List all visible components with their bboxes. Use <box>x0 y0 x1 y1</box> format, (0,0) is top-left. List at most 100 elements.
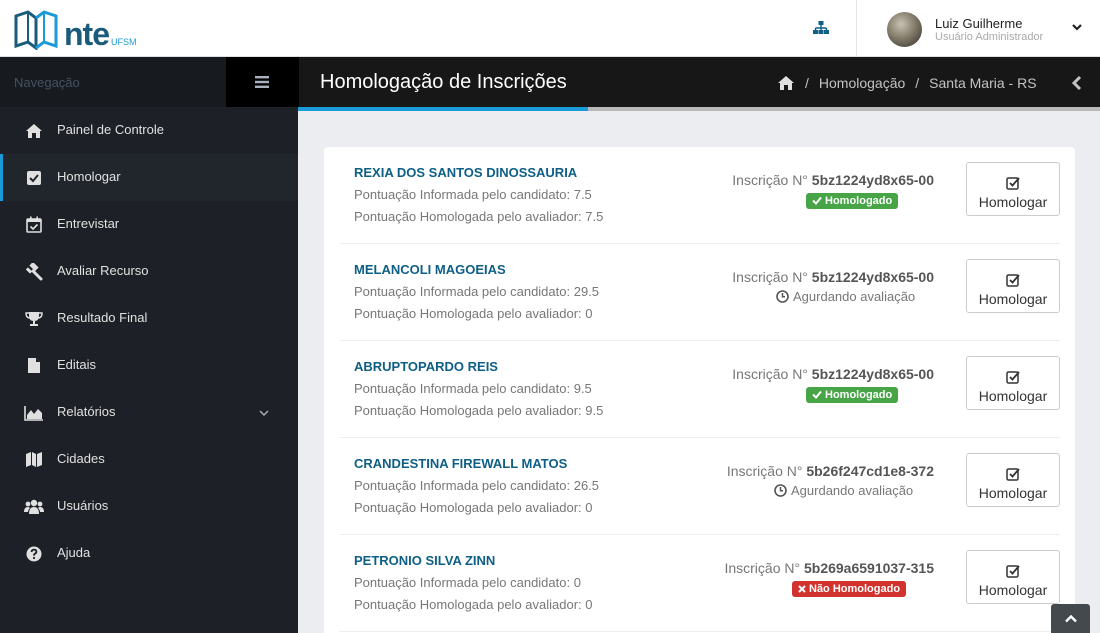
bars-icon <box>255 76 269 88</box>
registration-number: Inscrição N° 5b26f247cd1e8-372 <box>726 463 934 479</box>
sidebar-item-ajuda[interactable]: Ajuda <box>0 530 298 577</box>
candidate-row: CRANDESTINA FIREWALL MATOS Pontuação Inf… <box>339 438 1060 535</box>
times-icon <box>798 585 806 593</box>
sidebar-title: Navegação <box>14 75 80 90</box>
candidate-name[interactable]: REXIA DOS SANTOS DINOSSAURIA <box>354 165 577 180</box>
sidebar-item-cidades[interactable]: Cidades <box>0 436 298 483</box>
candidate-name[interactable]: ABRUPTOPARDO REIS <box>354 359 498 374</box>
homologar-button[interactable]: Homologar <box>966 453 1060 507</box>
homologar-button[interactable]: Homologar <box>966 550 1060 604</box>
sidebar-item-editais[interactable]: Editais <box>0 342 298 389</box>
informed-score: Pontuação Informada pelo candidato: 0 <box>354 575 581 590</box>
users-icon <box>24 497 44 517</box>
candidate-name[interactable]: PETRONIO SILVA ZINN <box>354 553 495 568</box>
gavel-icon <box>24 262 44 282</box>
clock-icon <box>776 290 789 303</box>
sidebar-item-relatorios[interactable]: Relatórios <box>0 389 298 436</box>
home-icon[interactable] <box>777 75 795 91</box>
top-bar: nte UFSM Luiz Guilherme Usuário Administ… <box>0 0 1100 57</box>
chevron-up-icon <box>1064 614 1077 623</box>
user-role: Usuário Administrador <box>935 31 1044 43</box>
candidate-row: ABRUPTOPARDO REIS Pontuação Informada pe… <box>339 341 1060 438</box>
registration-number: Inscrição N° 5b269a6591037-315 <box>724 560 934 576</box>
edit-check-icon <box>1006 564 1020 578</box>
candidate-row: PETRONIO SILVA ZINN Pontuação Informada … <box>339 535 1060 632</box>
informed-score: Pontuação Informada pelo candidato: 26.5 <box>354 478 600 493</box>
edit-check-icon <box>1006 176 1020 190</box>
sidebar-item-label: Ajuda <box>57 545 91 560</box>
registration-number: Inscrição N° 5bz1224yd8x65-00 <box>732 269 934 285</box>
sidebar-item-label: Entrevistar <box>57 216 120 231</box>
check-square-icon <box>24 168 44 188</box>
calendar-check-icon <box>24 215 44 235</box>
homologar-button[interactable]: Homologar <box>966 162 1060 216</box>
scroll-to-top-button[interactable] <box>1051 604 1090 633</box>
sidebar-item-avaliar-recurso[interactable]: Avaliar Recurso <box>0 248 298 295</box>
informed-score: Pontuação Informada pelo candidato: 29.5 <box>354 284 600 299</box>
homologated-score: Pontuação Homologada pelo avaliador: 7.5 <box>354 209 604 224</box>
registration-code: 5b269a6591037-315 <box>803 560 934 576</box>
page-header-divider <box>588 107 1100 111</box>
user-name[interactable]: Luiz Guilherme <box>935 16 1022 31</box>
registration-code: 5bz1224yd8x65-00 <box>811 172 934 188</box>
candidate-name[interactable]: MELANCOLI MAGOEIAS <box>354 262 506 277</box>
area-chart-icon <box>24 403 44 423</box>
chevron-left-icon[interactable] <box>1071 75 1083 91</box>
status-badge: Homologado <box>806 192 899 210</box>
sidebar-item-label: Relatórios <box>57 404 116 419</box>
page-title: Homologação de Inscrições <box>320 71 567 93</box>
status-badge: Homologado <box>806 386 899 404</box>
clock-icon <box>774 484 787 497</box>
breadcrumb-item-location: Santa Maria - RS <box>929 75 1037 91</box>
candidate-row: MELANCOLI MAGOEIAS Pontuação Informada p… <box>339 244 1060 341</box>
sidebar-item-homologar[interactable]: Homologar <box>0 154 298 201</box>
sidebar-item-label: Resultado Final <box>57 310 148 325</box>
homologated-score: Pontuação Homologada pelo avaliador: 0 <box>354 500 593 515</box>
sidebar-item-label: Avaliar Recurso <box>57 263 149 278</box>
status-badge: Não Homologado <box>792 580 907 598</box>
sidebar-item-label: Painel de Controle <box>57 122 164 137</box>
sidebar-item-label: Editais <box>57 357 97 372</box>
home-icon <box>24 121 44 141</box>
chevron-down-icon[interactable] <box>1071 21 1083 33</box>
map-icon <box>24 450 44 470</box>
homologated-score: Pontuação Homologada pelo avaliador: 9.5 <box>354 403 604 418</box>
sidebar-header: Navegação <box>0 57 298 107</box>
sidebar-item-resultado-final[interactable]: Resultado Final <box>0 295 298 342</box>
trophy-icon <box>24 309 44 329</box>
informed-score: Pontuação Informada pelo candidato: 9.5 <box>354 381 592 396</box>
sidebar-item-painel-de-controle[interactable]: Painel de Controle <box>0 107 298 154</box>
candidate-row: REXIA DOS SANTOS DINOSSAURIA Pontuação I… <box>339 147 1060 244</box>
file-icon <box>24 356 44 376</box>
nte-logo[interactable]: nte UFSM <box>14 10 137 50</box>
edit-check-icon <box>1006 370 1020 384</box>
candidates-panel: REXIA DOS SANTOS DINOSSAURIA Pontuação I… <box>324 147 1075 633</box>
page-header-accent <box>298 107 588 111</box>
homologated-score: Pontuação Homologada pelo avaliador: 0 <box>354 306 593 321</box>
informed-score: Pontuação Informada pelo candidato: 7.5 <box>354 187 592 202</box>
homologar-button[interactable]: Homologar <box>966 259 1060 313</box>
breadcrumb-item-homologacao[interactable]: Homologação <box>819 75 905 91</box>
sidebar-item-label: Usuários <box>57 498 109 513</box>
sidebar-item-entrevistar[interactable]: Entrevistar <box>0 201 298 248</box>
status-waiting: Agurdando avaliação <box>776 289 915 308</box>
avatar[interactable] <box>887 12 922 47</box>
registration-number: Inscrição N° 5bz1224yd8x65-00 <box>732 366 934 382</box>
candidate-name[interactable]: CRANDESTINA FIREWALL MATOS <box>354 456 567 471</box>
logo-subtext: UFSM <box>111 37 137 47</box>
sidebar-item-label: Homologar <box>57 169 121 184</box>
registration-code: 5bz1224yd8x65-00 <box>811 366 934 382</box>
sidebar-item-usuarios[interactable]: Usuários <box>0 483 298 530</box>
chevron-down-icon <box>259 410 269 416</box>
sidebar-item-label: Cidades <box>57 451 105 466</box>
registration-number: Inscrição N° 5bz1224yd8x65-00 <box>732 172 934 188</box>
status-waiting: Agurdando avaliação <box>774 483 913 502</box>
sidebar: Navegação Painel de Controle Homologar E… <box>0 57 298 633</box>
check-icon <box>812 196 822 205</box>
homologar-button[interactable]: Homologar <box>966 356 1060 410</box>
page-header: Homologação de Inscrições / Homologação … <box>298 57 1100 107</box>
sidebar-toggle-button[interactable] <box>226 57 298 107</box>
sitemap-icon[interactable] <box>812 19 830 37</box>
book-logo-icon <box>14 10 58 50</box>
edit-check-icon <box>1006 467 1020 481</box>
